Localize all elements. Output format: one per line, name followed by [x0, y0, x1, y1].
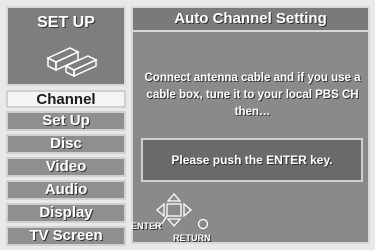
menu-item-tv-screen[interactable]: TV Screen [6, 226, 126, 246]
menu-item-set-up[interactable]: Set Up [6, 111, 126, 131]
instruction-line: then… [234, 106, 271, 118]
menu-item-audio[interactable]: Audio [6, 180, 126, 200]
setup-devices-icon [46, 47, 98, 78]
return-label: RETURN [173, 233, 211, 243]
menu-item-display[interactable]: Display [6, 203, 126, 223]
setup-header: SET UP [6, 6, 126, 86]
enter-label: ENTER [131, 221, 162, 231]
screen-frame: SET UP Channel Set Up Disc Video Audio D… [0, 0, 375, 250]
remote-nav-guide: ENTER RETURN [131, 192, 241, 244]
menu-item-disc[interactable]: Disc [6, 134, 126, 154]
instruction-text: Connect antenna cable and if you use a c… [137, 70, 368, 121]
enter-prompt-box: Please push the ENTER key. [141, 138, 363, 182]
instruction-line: cable box, tune it to your local PBS CH [146, 89, 359, 101]
panel-title: Auto Channel Setting [133, 8, 368, 32]
menu-item-channel[interactable]: Channel [6, 90, 126, 108]
setup-menu: Channel Set Up Disc Video Audio Display … [6, 90, 126, 249]
menu-item-video[interactable]: Video [6, 157, 126, 177]
setup-title: SET UP [37, 14, 95, 31]
instruction-line: Connect antenna cable and if you use a [144, 72, 361, 84]
